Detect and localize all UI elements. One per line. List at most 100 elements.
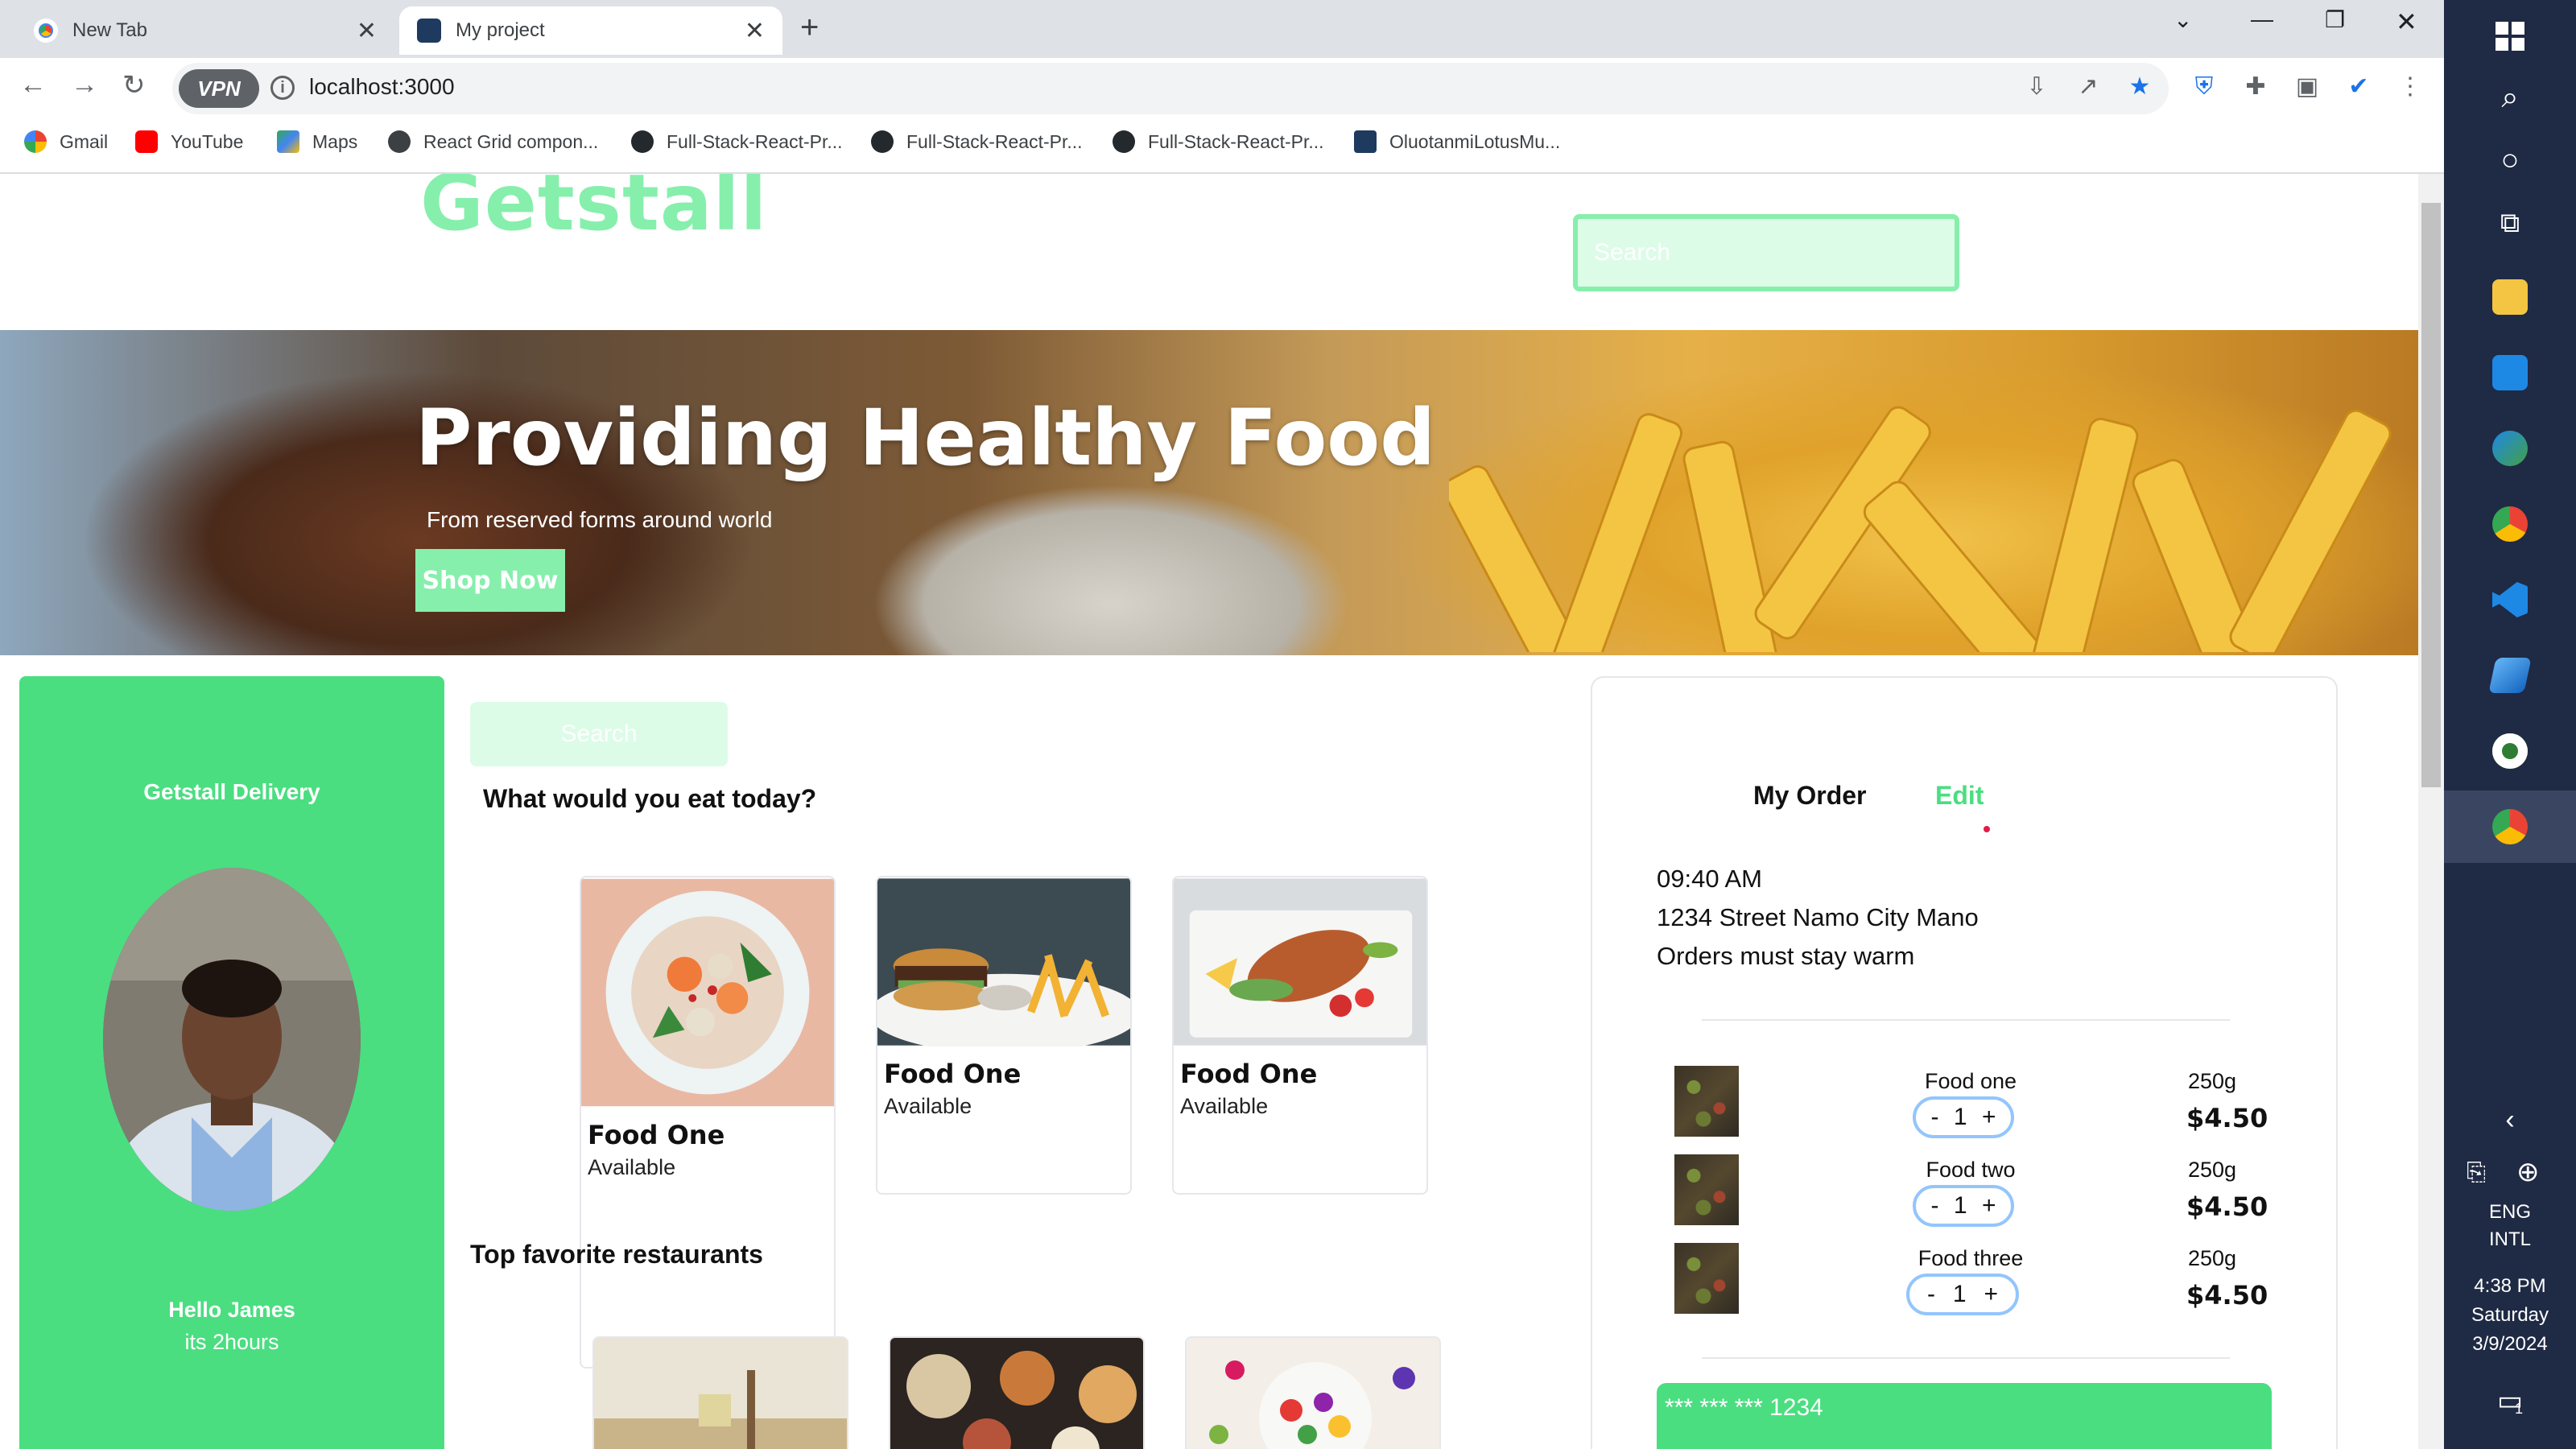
quantity-value: 1 — [1953, 1192, 1967, 1219]
restaurant-image — [1187, 1338, 1439, 1449]
order-panel: My Order Edit 09:40 AM 1234 Street Namo … — [1591, 676, 2338, 1449]
increment-button[interactable]: + — [1982, 1104, 1996, 1131]
decrement-button[interactable]: - — [1930, 1192, 1938, 1220]
bookmark-youtube[interactable]: YouTube — [135, 130, 243, 153]
decrement-button[interactable]: - — [1927, 1281, 1935, 1308]
minimize-icon[interactable]: — — [2251, 6, 2273, 32]
site-logo[interactable]: Getstall — [420, 174, 767, 248]
bookmark-star-icon[interactable]: ★ — [2125, 72, 2154, 101]
vpn-badge[interactable]: VPN — [179, 69, 259, 108]
restaurant-card[interactable] — [889, 1336, 1145, 1449]
extensions-icon[interactable]: ✚ — [2241, 72, 2270, 101]
new-tab-button[interactable]: + — [800, 10, 819, 46]
order-item-thumbnail — [1674, 1154, 1739, 1225]
clock-date[interactable]: 3/9/2024 — [2444, 1333, 2576, 1356]
network-icon[interactable]: ⎘ — [2467, 1159, 2486, 1187]
reload-icon[interactable]: ↻ — [122, 69, 146, 101]
notifications-icon[interactable]: ▭ — [2444, 1385, 2576, 1417]
payment-card[interactable]: *** *** *** 1234 — [1657, 1383, 2272, 1449]
order-item-price: $4.50 — [2186, 1191, 2268, 1222]
globe-language-icon[interactable]: ⊕ — [2516, 1156, 2540, 1188]
order-note: Orders must stay warm — [1657, 942, 1915, 970]
bookmark-label: Full-Stack-React-Pr... — [906, 130, 1083, 152]
task-view-icon[interactable]: ⧉ — [2444, 187, 2576, 259]
github-icon — [1113, 130, 1135, 153]
vscode-icon[interactable] — [2444, 564, 2576, 636]
language-indicator[interactable]: ENG — [2444, 1201, 2576, 1224]
bookmark-github-1[interactable]: Full-Stack-React-Pr... — [631, 130, 843, 153]
hero-title: Providing Healthy Food — [415, 393, 1435, 483]
food-card[interactable]: Food One Available — [1172, 876, 1428, 1195]
close-icon[interactable]: ✕ — [745, 17, 765, 45]
food-card[interactable]: Food One Available — [580, 876, 836, 1368]
address-bar[interactable] — [172, 63, 2169, 114]
tab-search-icon[interactable]: ⌄ — [2174, 6, 2192, 33]
tab-label: New Tab — [72, 19, 147, 41]
security-extension-icon[interactable]: ✔ — [2344, 72, 2373, 101]
mail-icon[interactable] — [2444, 336, 2576, 409]
side-panel-icon[interactable]: ▣ — [2293, 72, 2322, 101]
share-icon[interactable]: ↗ — [2074, 72, 2103, 101]
food-card[interactable]: Food One Available — [876, 876, 1132, 1195]
divider — [1702, 1019, 2230, 1021]
bookmark-gmail[interactable]: Gmail — [24, 130, 108, 153]
mongodb-icon[interactable] — [2444, 715, 2576, 787]
bookmark-label: OluotanmiLotusMu... — [1389, 130, 1561, 152]
restaurant-card[interactable] — [1185, 1336, 1441, 1449]
bookmark-label: React Grid compon... — [423, 130, 599, 152]
tab-new-tab[interactable]: New Tab ✕ — [16, 6, 394, 55]
increment-button[interactable]: + — [1982, 1192, 1996, 1220]
tab-edit[interactable]: Edit — [1935, 781, 1984, 811]
keyboard-layout[interactable]: INTL — [2444, 1228, 2576, 1251]
quantity-value: 1 — [1953, 1104, 1967, 1130]
order-time: 09:40 AM — [1657, 865, 1762, 893]
cortana-icon[interactable]: ○ — [2444, 124, 2576, 196]
food-search-input[interactable] — [470, 702, 728, 766]
greeting: Hello James — [168, 1298, 295, 1322]
chevron-up-icon[interactable]: ‹ — [2444, 1104, 2576, 1136]
chrome-active-icon[interactable] — [2444, 791, 2576, 863]
install-app-icon[interactable]: ⇩ — [2022, 72, 2051, 101]
bookmark-github-3[interactable]: Full-Stack-React-Pr... — [1113, 130, 1324, 153]
bookmark-react-grid[interactable]: React Grid compon... — [388, 130, 598, 153]
close-icon[interactable]: ✕ — [357, 17, 377, 45]
tab-my-order[interactable]: My Order — [1753, 781, 1866, 811]
chrome-taskbar-icon[interactable] — [2444, 488, 2576, 560]
quantity-value: 1 — [1952, 1281, 1967, 1307]
hero-subtitle: From reserved forms around world — [427, 507, 773, 532]
scrollbar-thumb[interactable] — [2421, 203, 2441, 787]
bookmark-label: Maps — [312, 130, 358, 152]
shop-now-button[interactable]: Shop Now — [415, 549, 565, 612]
tab-my-project[interactable]: My project ✕ — [399, 6, 782, 55]
food-name: Food One — [1180, 1059, 1318, 1089]
youtube-icon — [135, 130, 158, 153]
restaurant-card[interactable] — [592, 1336, 848, 1449]
edge-icon[interactable] — [2444, 412, 2576, 485]
increment-button[interactable]: + — [1984, 1281, 1999, 1308]
avatar-portrait — [103, 868, 361, 1211]
forward-icon[interactable]: → — [71, 69, 98, 101]
app-icon[interactable] — [2444, 639, 2576, 712]
search-icon[interactable]: ⌕ — [2444, 61, 2576, 134]
hero-fries-image — [1449, 406, 2392, 652]
restore-icon[interactable]: ❐ — [2325, 6, 2345, 33]
header-search-input[interactable] — [1573, 214, 1959, 291]
site-info-icon[interactable]: i — [270, 76, 295, 100]
window-close-icon[interactable]: ✕ — [2396, 6, 2417, 37]
section-heading: Top favorite restaurants — [470, 1240, 763, 1269]
bookmark-maps[interactable]: Maps — [277, 130, 357, 153]
order-item-weight: 250g — [2188, 1158, 2237, 1182]
url-text[interactable]: localhost:3000 — [309, 74, 455, 100]
file-explorer-icon[interactable] — [2444, 261, 2576, 333]
food-image — [877, 878, 1130, 1054]
bookmark-oluotanmi[interactable]: OluotanmiLotusMu... — [1354, 130, 1560, 153]
windows-icon — [2496, 22, 2524, 51]
bookmark-github-2[interactable]: Full-Stack-React-Pr... — [871, 130, 1083, 153]
bookmark-label: Full-Stack-React-Pr... — [667, 130, 843, 152]
decrement-button[interactable]: - — [1930, 1104, 1938, 1131]
menu-kebab-icon[interactable]: ⋮ — [2396, 72, 2425, 101]
clock-time[interactable]: 4:38 PM — [2444, 1275, 2576, 1298]
back-icon[interactable]: ← — [19, 69, 47, 101]
shield-extension-icon[interactable]: ⛨ — [2190, 72, 2219, 101]
clock-day[interactable]: Saturday — [2444, 1304, 2576, 1327]
